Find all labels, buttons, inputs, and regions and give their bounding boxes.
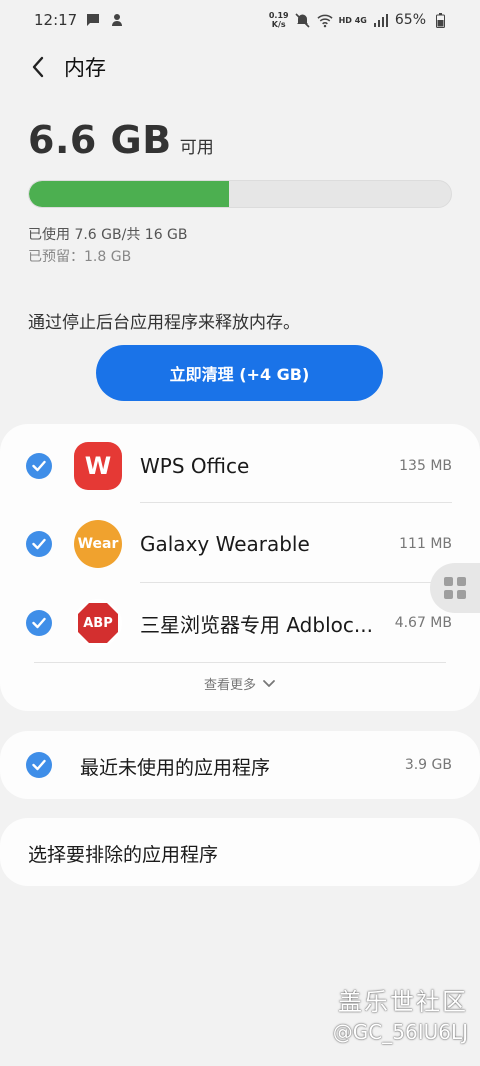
reserved-memory-text: 已预留：1.8 GB (28, 249, 132, 265)
used-memory-text: 已使用 7.6 GB/共 16 GB (28, 227, 188, 243)
abp-icon: ABP (74, 599, 122, 647)
available-memory: 6.6 GB 可用 (28, 118, 214, 162)
back-arrow-icon (32, 56, 44, 78)
available-label: 可用 (179, 138, 214, 158)
page-title: 内存 (64, 56, 106, 80)
net-speed: 0.19 K/s (269, 11, 289, 29)
abp-icon-glyph: ABP (83, 615, 113, 631)
app-row-wps[interactable]: W WPS Office 135 MB (0, 426, 480, 506)
watermark-title: 盖乐世社区 (338, 988, 468, 1016)
see-more-label: 查看更多 (203, 678, 256, 693)
check-icon (32, 759, 46, 771)
signal-icon (373, 12, 389, 28)
available-value: 6.6 GB (28, 118, 172, 162)
header: 内存 (0, 44, 480, 90)
recent-unused-label: 最近未使用的应用程序 (80, 757, 271, 779)
wear-icon-glyph: Wear (77, 536, 119, 552)
see-more-button[interactable]: 查看更多 (0, 674, 480, 693)
net-speed-unit: K/s (271, 20, 286, 29)
network-type: HD 4G (338, 15, 367, 25)
check-icon (32, 460, 46, 472)
app-name: 三星浏览器专用 Adbloc... (140, 612, 373, 637)
message-icon (85, 12, 101, 28)
exclude-apps-label: 选择要排除的应用程序 (28, 844, 219, 866)
galaxy-wearable-icon: Wear (74, 520, 122, 568)
memory-usage-fill (29, 181, 230, 207)
wps-office-icon: W (74, 442, 122, 490)
back-button[interactable] (18, 47, 58, 87)
net-speed-value: 0.19 (268, 11, 289, 20)
battery-icon (432, 12, 448, 28)
notification-app-icon (109, 12, 125, 28)
status-time: 12:17 (34, 11, 78, 29)
app-row-adblock[interactable]: ABP 三星浏览器专用 Adbloc... 4.67 MB (0, 583, 480, 663)
divider (34, 662, 446, 663)
chevron-down-icon (263, 679, 275, 687)
app-name: Galaxy Wearable (140, 532, 310, 556)
status-bar: 12:17 0.19 K/s HD 4G 65% (0, 0, 480, 40)
recent-unused-size: 3.9 GB (404, 757, 452, 773)
checkbox-checked[interactable] (26, 453, 52, 479)
checkbox-checked[interactable] (26, 531, 52, 557)
checkbox-checked[interactable] (26, 752, 52, 778)
clean-now-button[interactable]: 立即清理 (+4 GB) (96, 345, 383, 401)
wifi-icon (317, 12, 333, 28)
exclude-apps-row[interactable]: 选择要排除的应用程序 (0, 818, 480, 886)
app-size: 4.67 MB (394, 615, 452, 631)
app-size: 111 MB (399, 536, 452, 552)
wps-icon-glyph: W (84, 452, 112, 480)
check-icon (32, 617, 46, 629)
recent-unused-apps-row[interactable]: 最近未使用的应用程序 3.9 GB (0, 731, 480, 799)
running-apps-card: W WPS Office 135 MB Wear Galaxy Wearable… (0, 424, 480, 711)
grid-icon (444, 577, 466, 599)
mute-icon (295, 12, 311, 28)
description-text: 通过停止后台应用程序来释放内存。 (28, 313, 300, 333)
floating-apps-button[interactable] (430, 563, 480, 613)
status-right: 0.19 K/s HD 4G 65% (269, 11, 448, 29)
status-left: 12:17 (34, 11, 125, 29)
app-size: 135 MB (399, 458, 452, 474)
memory-usage-bar (28, 180, 452, 208)
divider (140, 502, 452, 503)
battery-percent: 65% (394, 12, 426, 28)
watermark-handle: @GC_56IU6LJ (332, 1020, 468, 1044)
check-icon (32, 538, 46, 550)
app-row-galaxy-wearable[interactable]: Wear Galaxy Wearable 111 MB (0, 504, 480, 584)
checkbox-checked[interactable] (26, 610, 52, 636)
app-name: WPS Office (140, 454, 250, 478)
